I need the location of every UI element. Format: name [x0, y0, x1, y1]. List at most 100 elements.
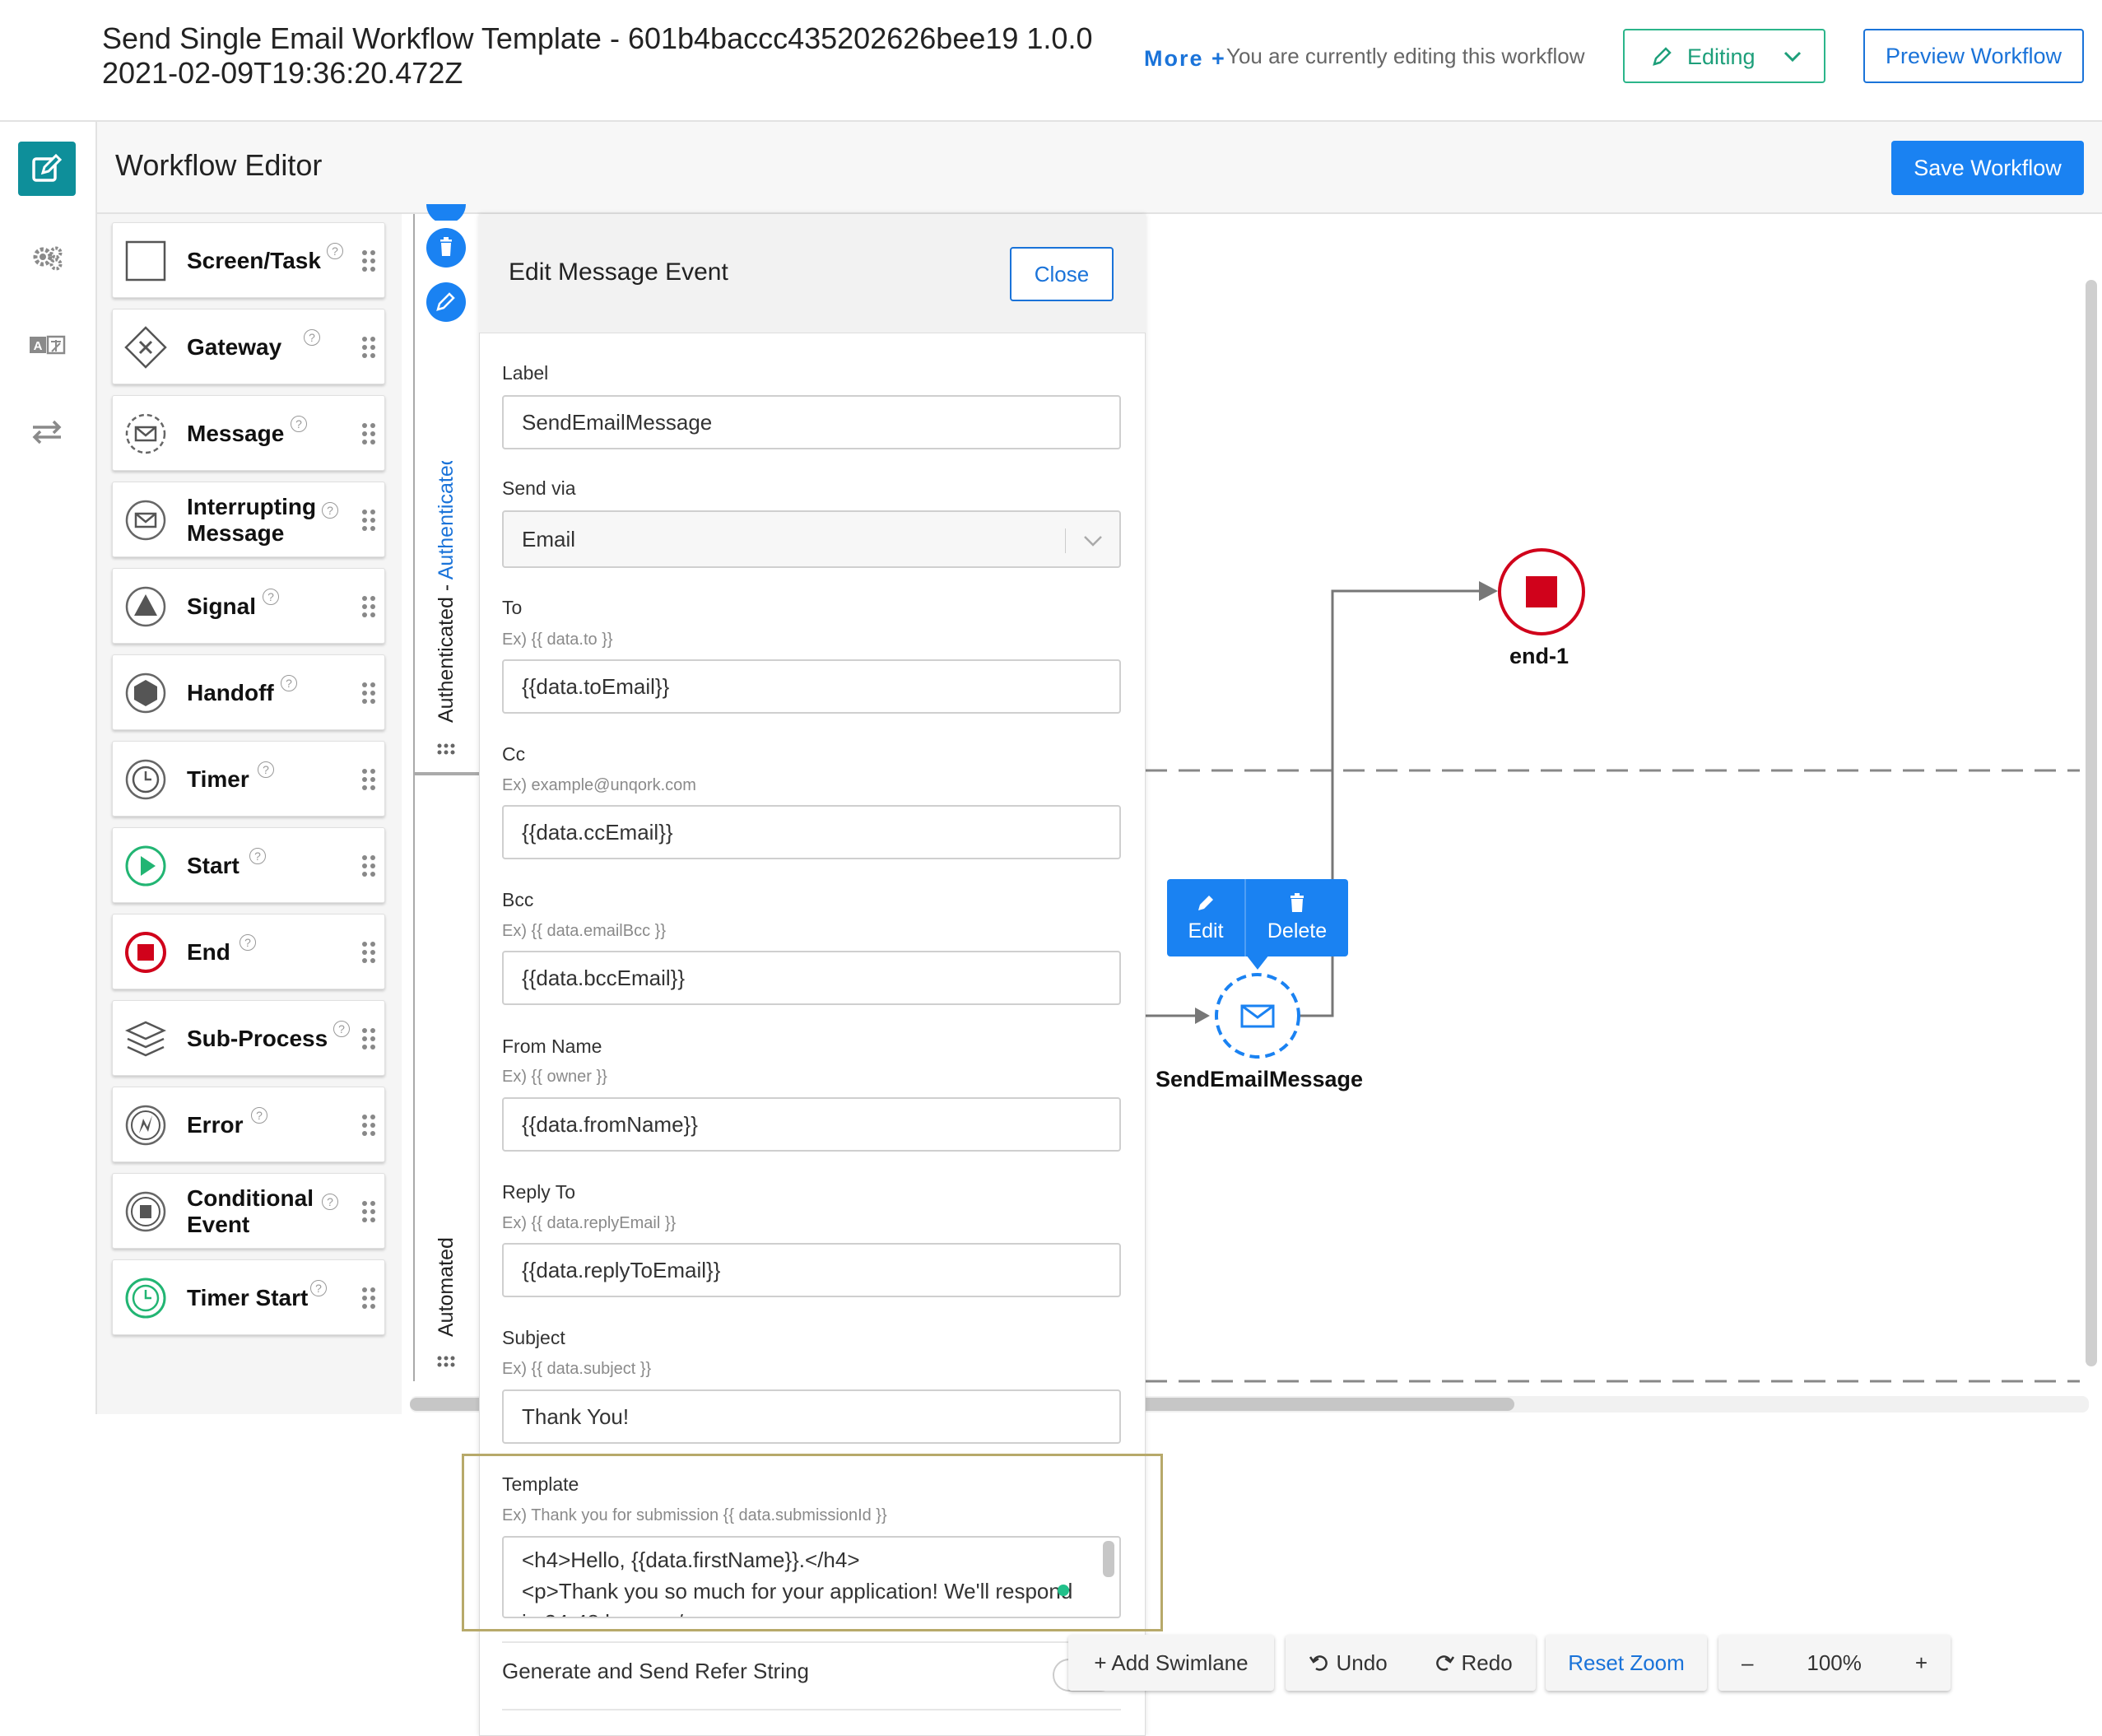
panel-title: Edit Message Event	[509, 258, 728, 286]
drag-handle-icon[interactable]	[361, 509, 376, 532]
arrowhead	[1195, 1008, 1210, 1024]
help-icon[interactable]: ?	[327, 243, 343, 259]
drag-handle-icon[interactable]	[361, 336, 376, 359]
palette-item-gateway[interactable]: Gateway ?	[112, 309, 385, 384]
drag-handle-icon[interactable]	[361, 422, 376, 445]
bcc-input[interactable]: {{data.bccEmail}}	[502, 951, 1121, 1005]
drag-handle-icon[interactable]	[361, 1287, 376, 1310]
lane-label-automated: Automated	[435, 1237, 458, 1337]
subprocess-layers-icon	[124, 1021, 167, 1057]
help-icon[interactable]: ?	[291, 416, 307, 432]
chevron-down-icon[interactable]	[1065, 514, 1118, 568]
help-icon[interactable]: ?	[322, 1194, 338, 1210]
from-name-hint: Ex) {{ owner }}	[502, 1068, 607, 1086]
palette-item-sub-process[interactable]: Sub-Process ?	[112, 1000, 385, 1076]
popup-delete-button[interactable]: Delete	[1246, 879, 1348, 956]
preview-workflow-button[interactable]: Preview Workflow	[1863, 29, 2084, 83]
palette-item-handoff[interactable]: Handoff ?	[112, 654, 385, 730]
lane-action-button-partial[interactable]	[426, 204, 467, 221]
cc-label: Cc	[502, 743, 526, 765]
zoom-in-button[interactable]: +	[1915, 1650, 1928, 1676]
reset-zoom-button[interactable]: Reset Zoom	[1546, 1635, 1707, 1691]
send-via-select[interactable]: Email	[502, 510, 1121, 568]
settings-gears-icon[interactable]	[26, 237, 67, 278]
from-name-input[interactable]: {{data.fromName}}	[502, 1097, 1121, 1152]
save-workflow-button[interactable]: Save Workflow	[1891, 141, 2084, 195]
help-icon[interactable]: ?	[333, 1021, 350, 1037]
drag-handle-icon[interactable]	[361, 768, 376, 791]
drag-handle-icon[interactable]	[361, 249, 376, 272]
template-hint: Ex) Thank you for submission {{ data.sub…	[502, 1506, 887, 1524]
lane-drag-handle-icon[interactable]	[436, 742, 456, 756]
translate-icon[interactable]: A	[26, 324, 67, 365]
popup-edit-button[interactable]: Edit	[1167, 879, 1246, 956]
workflow-title-line2: 2021-02-09T19:36:20.472Z	[102, 56, 463, 90]
add-swimlane-button[interactable]: + Add Swimlane	[1068, 1635, 1274, 1691]
palette-label: Signal	[187, 593, 257, 619]
template-textarea[interactable]: <h4>Hello, {{data.firstName}}.</h4> <p>T…	[502, 1536, 1121, 1618]
help-icon[interactable]: ?	[249, 848, 266, 864]
redo-button[interactable]: Redo	[1434, 1650, 1513, 1676]
textarea-scrollbar[interactable]	[1103, 1541, 1114, 1577]
lane-label-suffix: Authenticated	[435, 461, 458, 579]
drag-handle-icon[interactable]	[361, 1200, 376, 1223]
palette-item-message[interactable]: Message ?	[112, 395, 385, 471]
redo-icon	[1436, 1655, 1455, 1671]
lane-drag-handle-icon[interactable]	[436, 1355, 456, 1368]
palette-item-start[interactable]: Start ?	[112, 827, 385, 903]
label-input[interactable]: SendEmailMessage	[502, 395, 1121, 449]
send-email-message-node[interactable]	[1213, 971, 1302, 1060]
palette-item-signal[interactable]: Signal ?	[112, 568, 385, 644]
palette-item-screen-task[interactable]: Screen/Task ?	[112, 222, 385, 298]
to-input[interactable]: {{data.toEmail}}	[502, 659, 1121, 714]
lane-label-prefix: Authenticated -	[435, 579, 458, 723]
palette-item-conditional-event[interactable]: Conditional Event ?	[112, 1173, 385, 1249]
subject-input[interactable]: Thank You!	[502, 1389, 1121, 1444]
palette-label: Sub-Process	[187, 1026, 328, 1051]
palette-item-error[interactable]: Error ?	[112, 1087, 385, 1162]
help-icon[interactable]: ?	[258, 761, 274, 778]
end-node[interactable]	[1496, 547, 1587, 637]
close-button[interactable]: Close	[1010, 247, 1114, 301]
palette-item-timer-start[interactable]: Timer Start ?	[112, 1259, 385, 1335]
help-icon[interactable]: ?	[310, 1280, 327, 1296]
start-play-icon	[125, 845, 166, 887]
help-icon[interactable]: ?	[304, 329, 320, 346]
drag-handle-icon[interactable]	[361, 1027, 376, 1050]
drag-handle-icon[interactable]	[361, 595, 376, 618]
lane-edit-button[interactable]	[426, 282, 467, 323]
drag-handle-icon[interactable]	[361, 1114, 376, 1137]
drag-handle-icon[interactable]	[361, 941, 376, 964]
editing-dropdown[interactable]: Editing	[1623, 29, 1825, 83]
template-line: <p>Thank you so much for your applicatio…	[522, 1579, 1073, 1603]
lane-delete-button[interactable]	[426, 227, 467, 268]
signal-triangle-icon	[125, 586, 166, 627]
vertical-scrollbar[interactable]	[2086, 280, 2097, 1366]
rail-edit-button[interactable]	[18, 142, 76, 196]
end-node-label: end-1	[1509, 644, 1569, 668]
timer-clock-icon	[125, 759, 166, 800]
help-icon[interactable]: ?	[281, 675, 297, 691]
template-line: <h4>Hello, {{data.firstName}}.</h4>	[522, 1548, 860, 1572]
drag-handle-icon[interactable]	[361, 682, 376, 705]
help-icon[interactable]: ?	[322, 502, 338, 519]
palette-item-timer[interactable]: Timer ?	[112, 741, 385, 817]
undo-button[interactable]: Undo	[1309, 1650, 1388, 1676]
help-icon[interactable]: ?	[239, 934, 256, 951]
palette-item-end[interactable]: End ?	[112, 914, 385, 989]
help-icon[interactable]: ?	[263, 589, 279, 605]
trash-icon	[441, 243, 451, 256]
palette-item-interrupting-message[interactable]: Interrupting Message ?	[112, 482, 385, 557]
workflow-title: Send Single Email Workflow Template - 60…	[102, 21, 1123, 91]
help-icon[interactable]: ?	[251, 1107, 267, 1124]
cc-input[interactable]: {{data.ccEmail}}	[502, 805, 1121, 859]
end-stop-icon	[125, 932, 166, 973]
subject-label: Subject	[502, 1327, 565, 1348]
palette-label: Screen/Task	[187, 248, 321, 273]
reply-to-input[interactable]: {{data.replyToEmail}}	[502, 1243, 1121, 1297]
swap-arrows-icon[interactable]	[26, 412, 67, 453]
more-link[interactable]: More +	[1144, 46, 1226, 72]
zoom-out-button[interactable]: –	[1742, 1650, 1753, 1676]
drag-handle-icon[interactable]	[361, 854, 376, 877]
to-hint: Ex) {{ data.to }}	[502, 631, 613, 649]
